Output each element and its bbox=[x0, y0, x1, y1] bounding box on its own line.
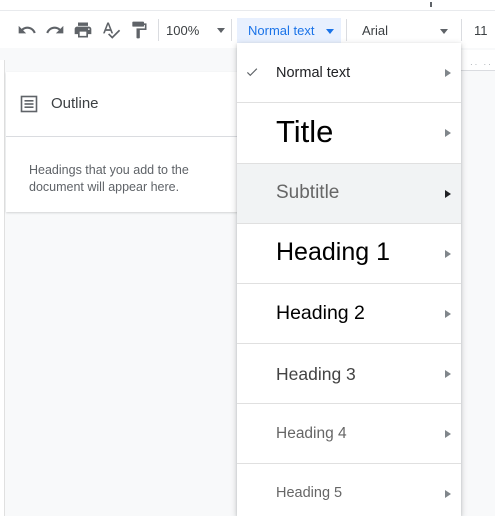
outline-list-icon[interactable] bbox=[20, 95, 38, 113]
submenu-arrow-icon bbox=[445, 309, 451, 318]
submenu-arrow-icon bbox=[445, 490, 451, 498]
chevron-down-icon bbox=[440, 29, 448, 34]
menu-item-normal-text[interactable]: Normal text bbox=[237, 43, 461, 103]
zoom-value: 100% bbox=[166, 22, 200, 38]
spellcheck-icon bbox=[103, 22, 121, 39]
chevron-down-icon bbox=[326, 29, 334, 34]
menu-item-subtitle[interactable]: Subtitle bbox=[237, 164, 461, 224]
print-button[interactable] bbox=[70, 17, 96, 43]
ruler-marks: ·· ·· bbox=[470, 60, 493, 69]
undo-button[interactable] bbox=[14, 17, 40, 43]
paragraph-style-menu: Normal text Title Subtitle Heading 1 Hea… bbox=[237, 43, 461, 516]
paint-format-button[interactable] bbox=[126, 17, 152, 43]
undo-icon bbox=[18, 25, 36, 34]
menu-item-heading-1[interactable]: Heading 1 bbox=[237, 224, 461, 284]
ruler-tick bbox=[430, 2, 432, 7]
horizontal-ruler: ·· ·· bbox=[460, 50, 495, 71]
outline-header: Outline bbox=[6, 72, 238, 137]
toolbar-divider bbox=[231, 19, 232, 41]
toolbar-divider bbox=[346, 19, 347, 41]
chevron-down-icon bbox=[217, 27, 226, 33]
menu-item-label: Heading 3 bbox=[276, 364, 356, 384]
menu-item-label: Heading 1 bbox=[276, 238, 390, 266]
menu-item-label: Title bbox=[276, 114, 334, 149]
menu-item-label: Subtitle bbox=[276, 182, 340, 203]
font-size-value: 11 bbox=[474, 23, 488, 38]
submenu-arrow-icon bbox=[445, 429, 451, 438]
redo-icon bbox=[46, 25, 64, 34]
menu-item-heading-4[interactable]: Heading 4 bbox=[237, 404, 461, 464]
paragraph-style-value: Normal text bbox=[248, 23, 315, 38]
font-size-input[interactable]: 11 bbox=[474, 18, 488, 43]
outline-panel: Outline Headings that you add to the doc… bbox=[6, 72, 238, 212]
submenu-arrow-icon bbox=[445, 369, 451, 378]
spellcheck-button[interactable] bbox=[98, 17, 124, 43]
menu-item-heading-2[interactable]: Heading 2 bbox=[237, 284, 461, 344]
check-icon bbox=[246, 68, 258, 77]
menu-item-label: Heading 4 bbox=[276, 425, 347, 442]
print-icon bbox=[74, 22, 92, 38]
zoom-select[interactable]: 100% bbox=[166, 17, 226, 43]
menu-item-label: Heading 2 bbox=[276, 302, 365, 324]
outline-empty-message: Headings that you add to the document wi… bbox=[29, 163, 189, 194]
submenu-arrow-icon bbox=[445, 249, 451, 258]
vertical-ruler bbox=[0, 60, 5, 516]
menu-item-title[interactable]: Title bbox=[237, 103, 461, 164]
menu-item-heading-5[interactable]: Heading 5 bbox=[237, 464, 461, 516]
submenu-arrow-icon bbox=[445, 129, 451, 137]
menu-item-label: Normal text bbox=[276, 65, 351, 81]
paragraph-style-select[interactable]: Normal text bbox=[237, 18, 341, 43]
redo-button[interactable] bbox=[42, 17, 68, 43]
top-strip bbox=[0, 0, 495, 11]
font-value: Arial bbox=[362, 23, 389, 38]
menu-item-label: Heading 5 bbox=[276, 485, 343, 501]
outline-title: Outline bbox=[51, 95, 99, 112]
submenu-arrow-icon bbox=[445, 68, 451, 77]
font-select[interactable]: Arial bbox=[352, 18, 452, 43]
menu-item-heading-3[interactable]: Heading 3 bbox=[237, 344, 461, 404]
submenu-arrow-icon bbox=[445, 189, 451, 198]
toolbar-divider bbox=[158, 19, 159, 41]
toolbar-divider bbox=[461, 19, 462, 41]
paint-format-icon bbox=[132, 21, 147, 39]
